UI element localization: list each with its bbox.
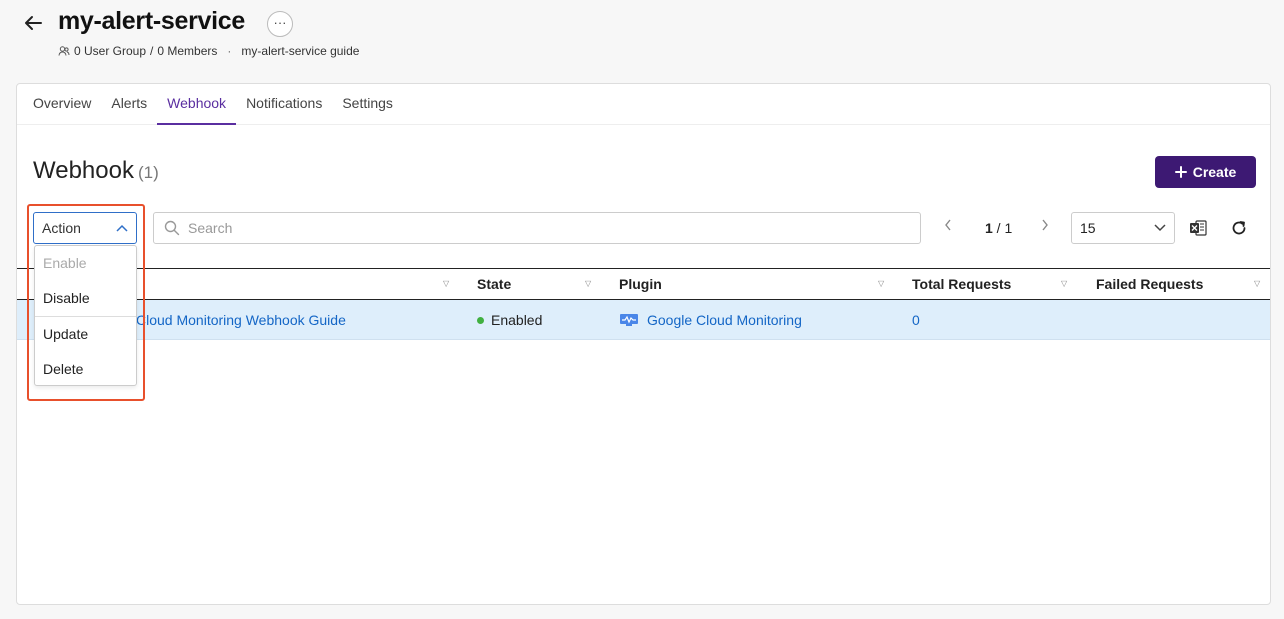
subtitle-dot: · [227,44,232,58]
back-arrow-icon[interactable] [22,12,44,34]
menu-item-delete[interactable]: Delete [35,352,136,387]
create-button-label: Create [1192,164,1237,180]
tab-webhook[interactable]: Webhook [157,84,237,125]
pager-current: 1 [985,220,993,236]
excel-export-icon[interactable] [1189,219,1207,237]
refresh-icon[interactable] [1230,219,1248,237]
chevron-up-icon [116,224,128,232]
state-cell: Enabled [477,300,542,340]
tab-overview[interactable]: Overview [23,84,101,125]
action-dropdown[interactable]: Action [33,212,137,244]
page-size-select[interactable]: 15 [1071,212,1175,244]
section-title: Webhook (1) [33,157,159,185]
section-count: (1) [137,163,159,182]
search-input[interactable] [188,220,910,236]
pager-text: 1 / 1 [985,220,1012,236]
menu-item-disable[interactable]: Disable [35,281,136,316]
menu-item-update[interactable]: Update [35,317,136,352]
column-header-state[interactable]: State [477,269,511,300]
plus-icon [1174,166,1187,178]
chevron-left-icon [945,219,951,231]
pager-next-button[interactable] [1041,218,1049,234]
column-header-failed-requests[interactable]: Failed Requests [1096,269,1203,300]
sort-icon[interactable]: ▽ [1061,279,1067,288]
webhook-name-link[interactable]: Cloud Monitoring Webhook Guide [136,300,346,340]
sort-icon[interactable]: ▽ [878,279,884,288]
pager-total: 1 [1004,220,1013,236]
google-cloud-monitoring-icon [620,314,638,327]
column-header-total-requests[interactable]: Total Requests [912,269,1011,300]
table-row[interactable]: Cloud Monitoring Webhook Guide Enabled G… [17,300,1270,340]
subtitle-separator: / [150,44,154,58]
create-button[interactable]: Create [1155,156,1256,188]
tab-notifications[interactable]: Notifications [236,84,332,125]
column-header-plugin[interactable]: Plugin [619,269,662,300]
pager-separator: / [992,220,1005,236]
chevron-right-icon [1042,219,1048,231]
search-box [153,212,921,244]
chevron-down-icon [1154,224,1166,232]
main-card: Overview Alerts Webhook Notifications Se… [16,83,1271,605]
state-enabled-dot [477,316,484,324]
action-dropdown-label: Action [42,220,81,236]
tab-alerts[interactable]: Alerts [101,84,157,125]
search-icon [164,220,180,236]
tab-settings[interactable]: Settings [332,84,403,125]
state-text: Enabled [491,312,543,328]
service-guide-link[interactable]: my-alert-service guide [241,44,359,58]
plugin-link[interactable]: Google Cloud Monitoring [647,312,802,328]
table-header: ▽ State ▽ Plugin ▽ Total Requests ▽ Fail… [17,268,1270,300]
members-count[interactable]: 0 Members [157,44,217,58]
user-group-icon [58,46,70,56]
more-options-button[interactable]: ··· [267,11,293,37]
total-requests-value[interactable]: 0 [912,300,920,340]
menu-item-enable: Enable [43,255,87,271]
tab-bar: Overview Alerts Webhook Notifications Se… [17,84,1270,125]
plugin-cell: Google Cloud Monitoring [619,300,802,340]
sort-icon[interactable]: ▽ [1254,279,1260,288]
page-title: my-alert-service [58,7,245,35]
user-group-count[interactable]: 0 User Group [74,44,146,58]
pager-prev-button[interactable] [944,218,952,234]
action-menu: Enable Disable Update Delete [34,245,137,386]
sort-icon[interactable]: ▽ [585,279,591,288]
service-subtitle: 0 User Group / 0 Members · my-alert-serv… [58,44,359,58]
section-title-text: Webhook [33,157,134,184]
sort-icon[interactable]: ▽ [443,279,449,288]
page-size-value: 15 [1080,220,1096,236]
